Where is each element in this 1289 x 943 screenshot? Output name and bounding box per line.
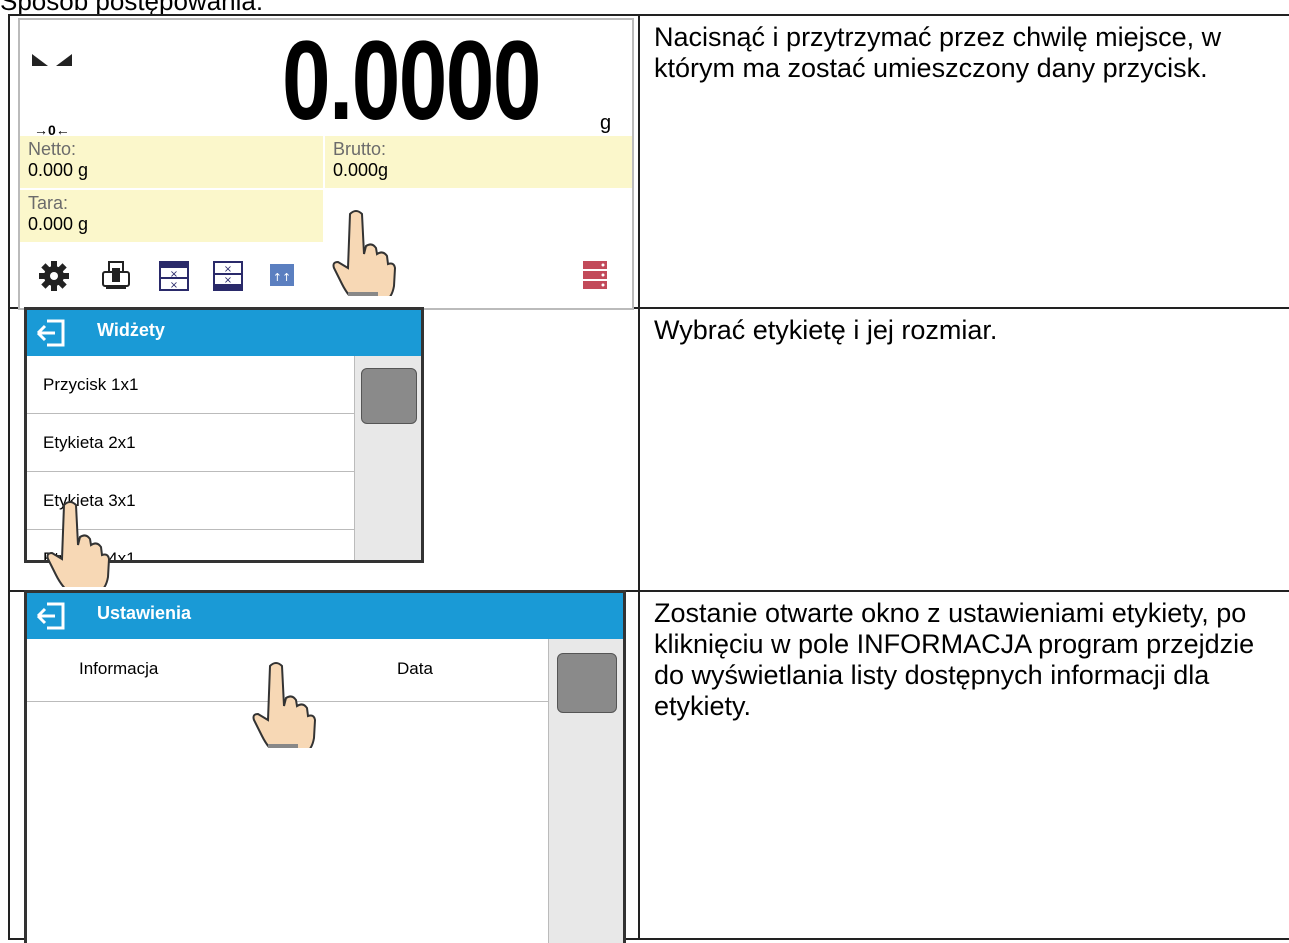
stability-icon <box>32 54 72 66</box>
back-exit-icon[interactable] <box>35 601 67 631</box>
brutto-field: Brutto: 0.000g <box>325 136 632 188</box>
gear-icon[interactable] <box>38 260 70 292</box>
hand-pointer-icon <box>252 662 316 748</box>
scrollbar[interactable] <box>548 639 623 943</box>
zero-icon[interactable]: × × <box>212 260 244 292</box>
printer-icon[interactable] <box>100 260 132 292</box>
netto-label: Netto: <box>28 139 77 159</box>
instruction-text: Wybrać etykietę i jej rozmiar. <box>638 307 1289 592</box>
scrollbar-thumb[interactable] <box>361 368 417 424</box>
svg-text:×: × <box>224 264 232 275</box>
scale-main-screen: →0← 0.0000 g Netto: 0.000 g Brutto: 0.00… <box>18 18 634 310</box>
table-row: →0← 0.0000 g Netto: 0.000 g Brutto: 0.00… <box>8 14 1289 310</box>
screenshot-cell: Ustawienia Informacja Data <box>8 590 640 943</box>
information-label: Informacja <box>79 659 159 678</box>
netto-value: 0.000 g <box>28 160 89 180</box>
table-row: Ustawienia Informacja Data Zostanie otwa… <box>8 590 1289 943</box>
svg-text:×: × <box>170 280 178 291</box>
back-exit-icon[interactable] <box>35 318 67 348</box>
scrollbar[interactable] <box>354 356 421 560</box>
settings-dialog: Ustawienia Informacja Data <box>24 590 626 943</box>
scrollbar-thumb[interactable] <box>557 653 617 713</box>
tara-label: Tara: <box>28 193 69 213</box>
svg-text:↑↑: ↑↑ <box>273 271 291 284</box>
brutto-label: Brutto: <box>333 139 387 159</box>
tara-field: Tara: 0.000 g <box>20 190 323 242</box>
tare-icon[interactable]: × × <box>158 260 190 292</box>
netto-field: Netto: 0.000 g <box>20 136 323 188</box>
list-item[interactable]: Etykieta 2x1 <box>27 414 354 472</box>
svg-text:×: × <box>224 275 232 286</box>
dialog-title-bar: Ustawienia <box>27 593 623 639</box>
database-icon[interactable] <box>582 260 608 290</box>
stack-icon[interactable]: ↑↑ <box>268 260 296 288</box>
screenshot-cell: →0← 0.0000 g Netto: 0.000 g Brutto: 0.00… <box>8 14 640 310</box>
table-row: Widżety Przycisk 1x1 Etykieta 2x1 Etykie… <box>8 307 1289 592</box>
scale-toolbar: × × × × ↑↑ <box>20 252 632 300</box>
svg-text:×: × <box>170 269 178 280</box>
hand-pointer-icon <box>46 501 110 587</box>
dialog-title-bar: Widżety <box>27 310 421 356</box>
information-value: Data <box>397 659 433 678</box>
dialog-title: Widżety <box>97 320 165 340</box>
weight-unit: g <box>600 112 612 134</box>
hand-pointer-icon <box>332 210 396 296</box>
list-item[interactable]: Przycisk 1x1 <box>27 356 354 414</box>
instruction-text: Nacisnąć i przytrzymać przez chwilę miej… <box>638 14 1289 309</box>
weight-display: 0.0000 <box>282 18 541 143</box>
dialog-title: Ustawienia <box>97 603 192 623</box>
instruction-table: →0← 0.0000 g Netto: 0.000 g Brutto: 0.00… <box>8 14 1289 943</box>
screenshot-cell: Widżety Przycisk 1x1 Etykieta 2x1 Etykie… <box>8 307 640 592</box>
tara-value: 0.000 g <box>28 214 89 234</box>
instruction-text: Zostanie otwarte okno z ustawieniami ety… <box>638 590 1289 940</box>
brutto-value: 0.000g <box>333 160 389 180</box>
